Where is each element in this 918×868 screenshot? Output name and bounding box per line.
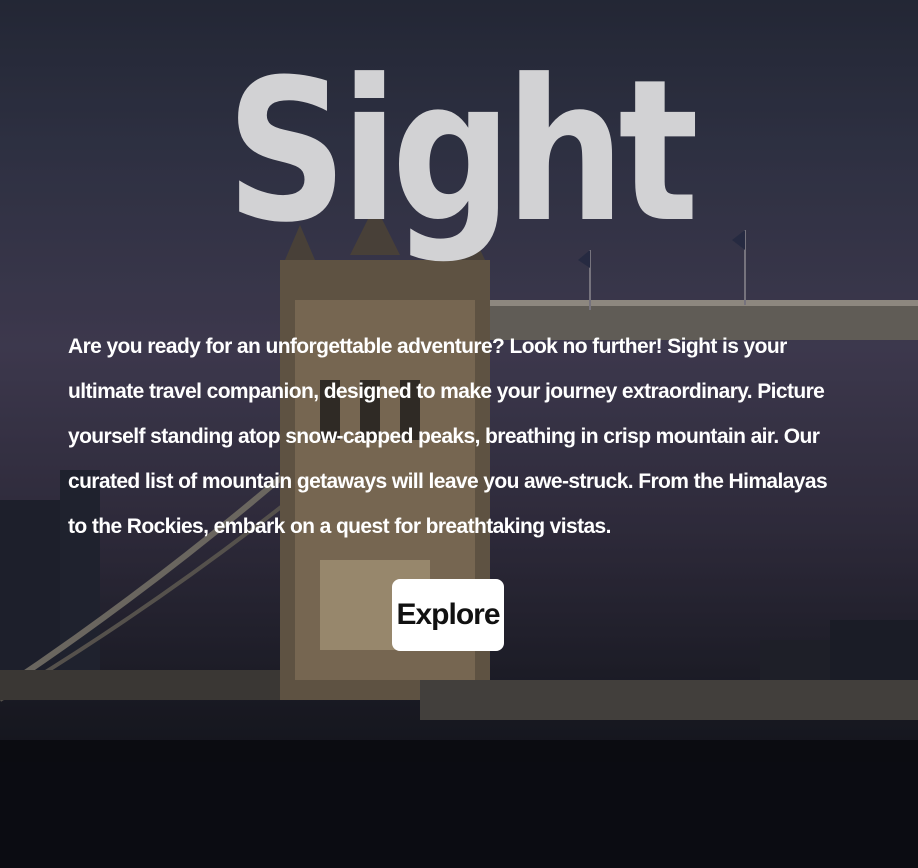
- explore-button[interactable]: Explore: [392, 579, 504, 651]
- hero-description: Are you ready for an unforgettable adven…: [68, 335, 828, 538]
- hero-title: Sight: [225, 38, 699, 266]
